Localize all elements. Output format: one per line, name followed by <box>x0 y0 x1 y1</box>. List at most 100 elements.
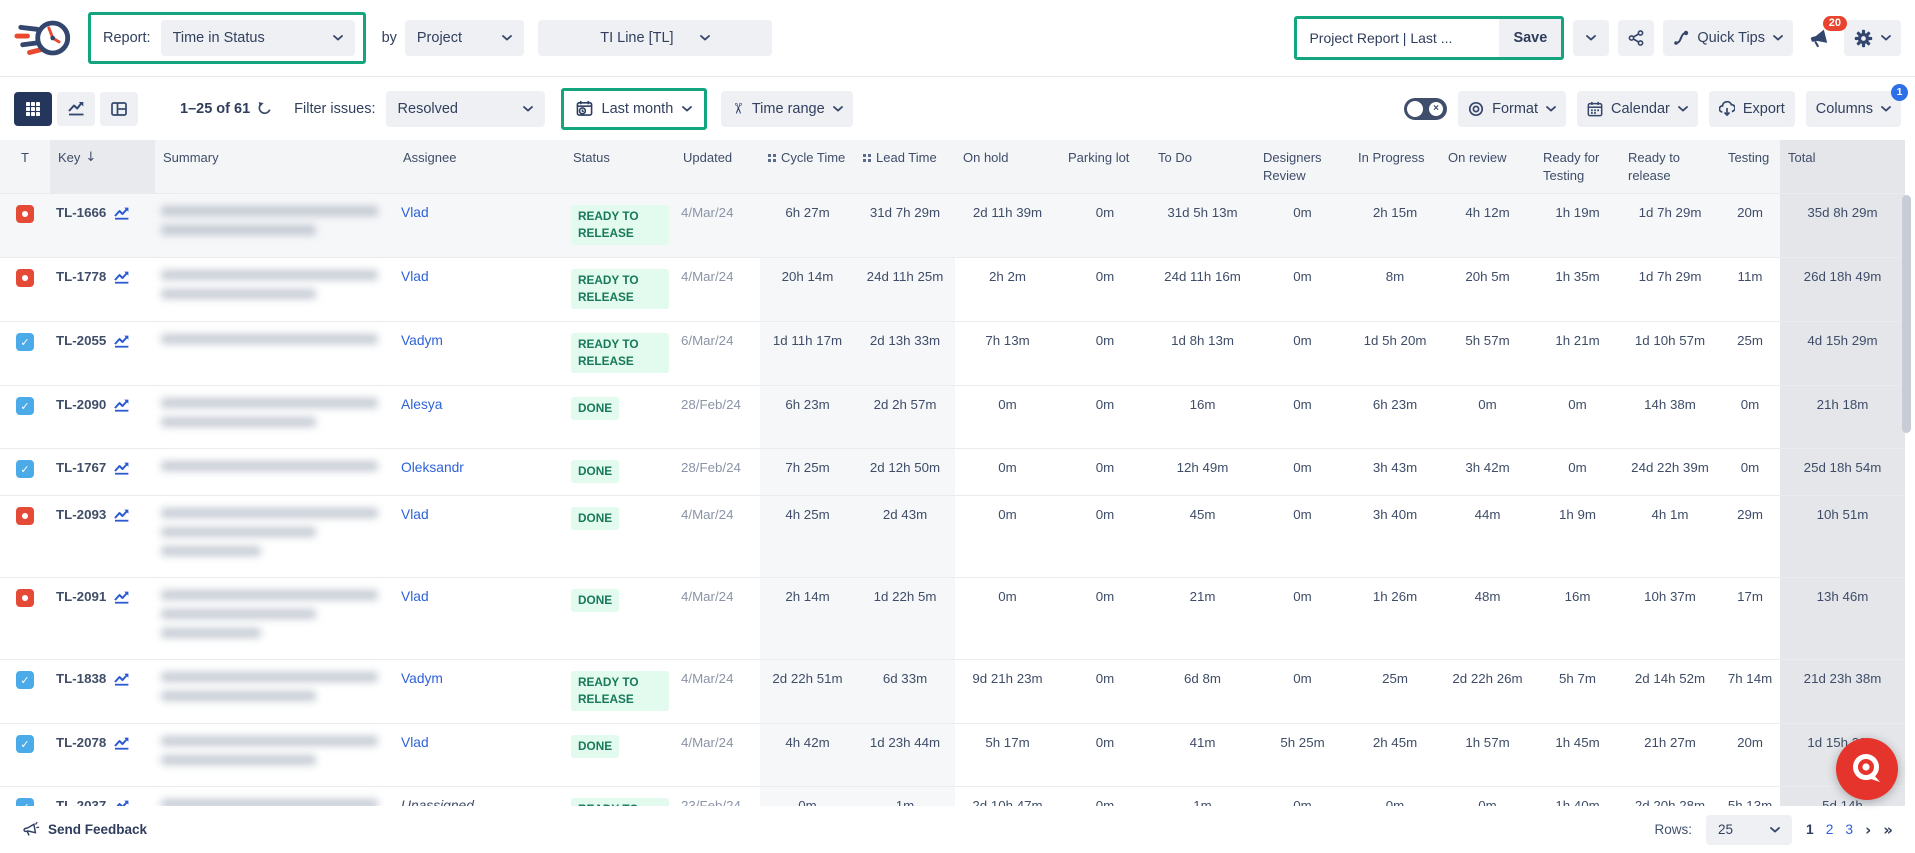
toggle-knob <box>1407 101 1423 117</box>
drag-handle-icon <box>863 154 871 162</box>
assignee-link[interactable]: Oleksandr <box>401 460 464 475</box>
issue-trend-chart-icon[interactable] <box>114 672 130 686</box>
assignee-link[interactable]: Vlad <box>401 269 429 284</box>
assignee-link[interactable]: Alesya <box>401 397 442 412</box>
share-button[interactable] <box>1618 20 1654 56</box>
cell-on-review: 4h 12m <box>1440 194 1535 258</box>
cell-ready-to-release: 14h 38m <box>1620 386 1720 449</box>
notifications-button[interactable]: 20 <box>1802 28 1835 49</box>
cell-key: TL-2093 <box>50 496 155 578</box>
assignee-link[interactable]: Vlad <box>401 507 429 522</box>
cell-type <box>0 194 50 258</box>
by-label: by <box>382 30 397 46</box>
chevron-down-icon <box>1586 35 1596 41</box>
last-page-icon[interactable]: » <box>1883 821 1893 839</box>
cell-on-review: 0m <box>1440 386 1535 449</box>
table-row: ✓ TL-1767 Oleksandr DONE 28/Feb/24 7h 25… <box>0 449 1905 496</box>
assignee-link[interactable]: Vadym <box>401 333 443 348</box>
calendar-button[interactable]: Calendar <box>1577 91 1698 127</box>
cell-updated: 4/Mar/24 <box>675 724 760 787</box>
assignee-link[interactable]: Vlad <box>401 735 429 750</box>
save-button[interactable]: Save <box>1499 19 1561 57</box>
cell-designers-review: 0m <box>1255 258 1350 322</box>
header-key[interactable]: Key↓ <box>50 140 155 194</box>
issue-key-link[interactable]: TL-2055 <box>56 333 106 348</box>
summary-redacted-text <box>161 269 389 299</box>
cell-total: 35d 8h 29m <box>1780 194 1905 258</box>
issue-key-link[interactable]: TL-2078 <box>56 735 106 750</box>
next-page-icon[interactable]: › <box>1865 821 1871 839</box>
vertical-scrollbar-thumb[interactable] <box>1902 195 1911 433</box>
export-button[interactable]: Export <box>1709 91 1795 127</box>
rows-per-page-value: 25 <box>1718 822 1733 837</box>
target-icon <box>1468 101 1484 117</box>
settings-button[interactable] <box>1844 20 1901 56</box>
filter-issues-dropdown[interactable]: Resolved <box>386 91 545 127</box>
report-name-input[interactable]: Project Report | Last ... <box>1297 19 1489 57</box>
issue-key-link[interactable]: TL-1778 <box>56 269 106 284</box>
issue-trend-chart-icon[interactable] <box>114 398 130 412</box>
cell-total: 26d 18h 49m <box>1780 258 1905 322</box>
rows-label: Rows: <box>1655 822 1693 837</box>
status-badge: DONE <box>571 397 619 420</box>
assignee-link[interactable]: Vlad <box>401 589 429 604</box>
grid-view-button[interactable] <box>14 92 52 126</box>
rows-per-page-dropdown[interactable]: 25 <box>1706 815 1792 845</box>
saved-report-group: Project Report | Last ... Save <box>1294 16 1564 60</box>
format-button[interactable]: Format <box>1458 91 1566 127</box>
display-toggle[interactable]: × <box>1404 98 1447 120</box>
quick-tips-button[interactable]: Quick Tips <box>1663 20 1793 56</box>
issue-trend-chart-icon[interactable] <box>114 334 130 348</box>
project-dropdown[interactable]: TI Line [TL] <box>538 20 772 56</box>
cell-assignee: Vlad <box>395 578 565 660</box>
issue-trend-chart-icon[interactable] <box>114 590 130 604</box>
time-range-button[interactable]: ✂ Time range <box>721 91 852 127</box>
refresh-icon[interactable] <box>257 101 272 116</box>
group-by-dropdown[interactable]: Project <box>405 20 524 56</box>
assignee-link[interactable]: Vadym <box>401 671 443 686</box>
header-ready-to-release: Ready to release <box>1620 140 1720 194</box>
issue-key-link[interactable]: TL-1666 <box>56 205 106 220</box>
report-type-value: Time in Status <box>173 30 265 46</box>
cell-summary <box>155 258 395 322</box>
cell-testing: 0m <box>1720 386 1780 449</box>
header-cycle-time[interactable]: Cycle Time <box>760 140 855 194</box>
cell-testing: 20m <box>1720 724 1780 787</box>
page-3[interactable]: 3 <box>1845 822 1853 837</box>
report-type-dropdown[interactable]: Time in Status <box>161 20 355 56</box>
calendar-label: Calendar <box>1611 101 1670 117</box>
header-summary: Summary <box>155 140 395 194</box>
page-2[interactable]: 2 <box>1826 822 1834 837</box>
send-feedback-button[interactable]: Send Feedback <box>22 821 147 839</box>
cell-assignee: Vadym <box>395 322 565 386</box>
board-view-button[interactable] <box>100 92 138 126</box>
period-dropdown[interactable]: Last month <box>564 91 705 127</box>
table-row: ✓ TL-1838 Vadym READY TO RELEASE 4/Mar/2… <box>0 660 1905 724</box>
chart-view-button[interactable] <box>57 92 95 126</box>
issue-key-link[interactable]: TL-2093 <box>56 507 106 522</box>
cell-status: DONE <box>565 386 675 449</box>
issue-key-link[interactable]: TL-2090 <box>56 397 106 412</box>
cell-cycle-time: 2d 22h 51m <box>760 660 855 724</box>
header-lead-time[interactable]: Lead Time <box>855 140 955 194</box>
support-chat-fab[interactable] <box>1836 738 1898 800</box>
columns-button[interactable]: Columns 1 <box>1806 91 1901 127</box>
cell-designers-review: 0m <box>1255 386 1350 449</box>
cell-cycle-time: 1d 11h 17m <box>760 322 855 386</box>
notifications-count-badge: 20 <box>1823 16 1847 31</box>
issue-trend-chart-icon[interactable] <box>114 736 130 750</box>
save-options-button[interactable] <box>1573 20 1609 56</box>
cell-in-progress: 25m <box>1350 660 1440 724</box>
page-1[interactable]: 1 <box>1806 822 1814 837</box>
issue-key-link[interactable]: TL-1767 <box>56 460 106 475</box>
issue-trend-chart-icon[interactable] <box>114 206 130 220</box>
cell-summary <box>155 578 395 660</box>
issue-trend-chart-icon[interactable] <box>114 461 130 475</box>
issue-trend-chart-icon[interactable] <box>114 508 130 522</box>
issue-key-link[interactable]: TL-1838 <box>56 671 106 686</box>
assignee-link[interactable]: Vlad <box>401 205 429 220</box>
cell-lead-time: 2d 2h 57m <box>855 386 955 449</box>
issue-trend-chart-icon[interactable] <box>114 270 130 284</box>
issue-key-link[interactable]: TL-2091 <box>56 589 106 604</box>
cell-key: TL-1778 <box>50 258 155 322</box>
